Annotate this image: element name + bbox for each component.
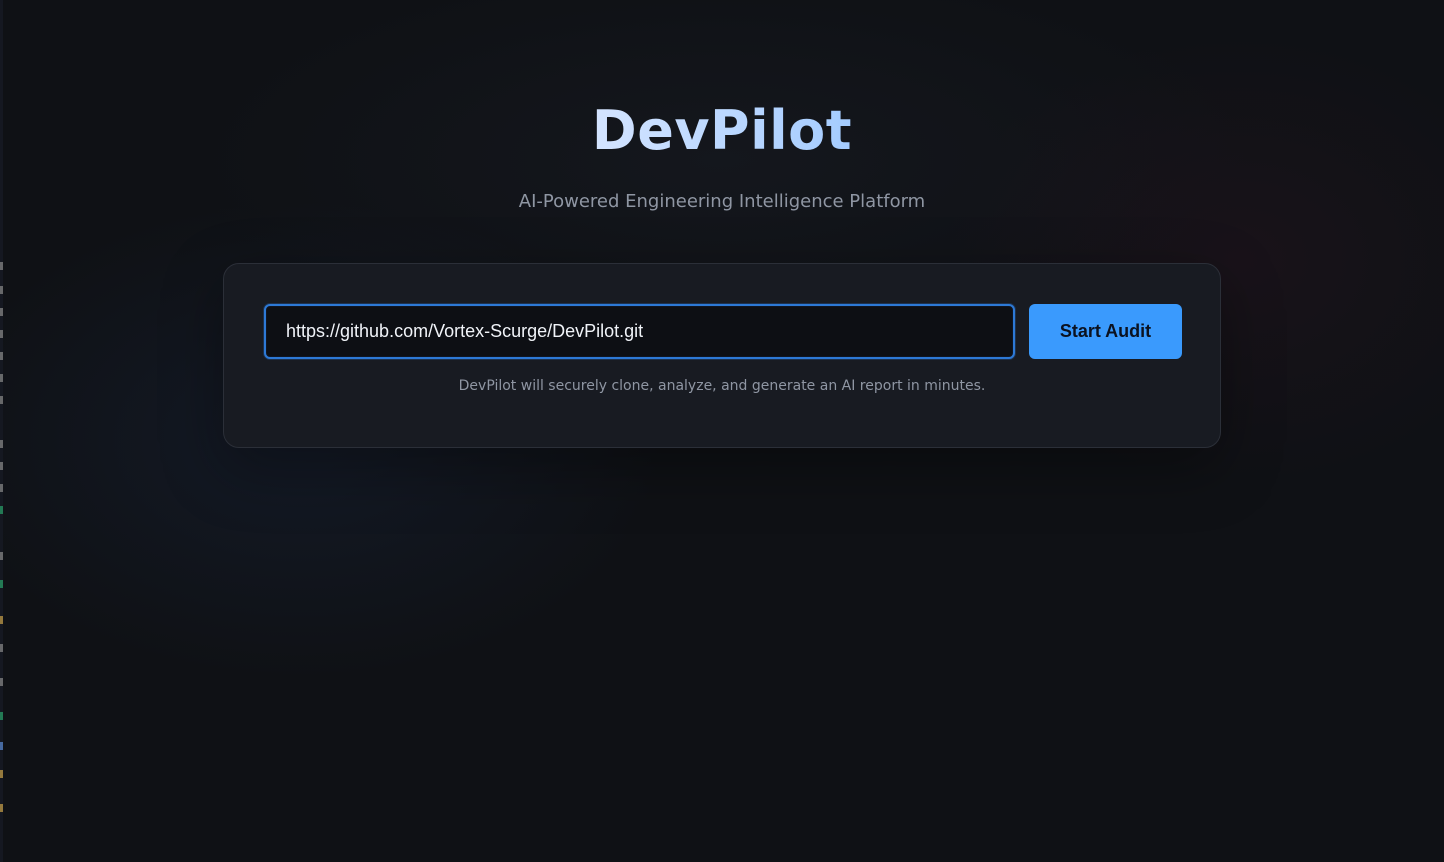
audit-card: Start Audit DevPilot will securely clone… (223, 263, 1221, 448)
repo-url-input[interactable] (264, 304, 1015, 359)
page-title: DevPilot (0, 98, 1444, 164)
audit-hint-text: DevPilot will securely clone, analyze, a… (458, 378, 986, 394)
start-audit-button[interactable]: Start Audit (1029, 304, 1182, 359)
page-subtitle: AI-Powered Engineering Intelligence Plat… (518, 191, 926, 212)
